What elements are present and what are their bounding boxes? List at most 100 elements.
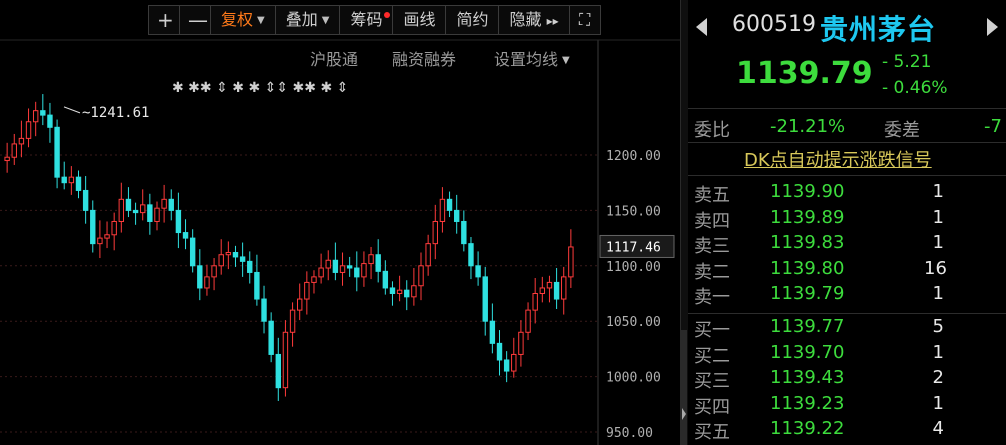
candle-body (368, 254, 374, 265)
scroll-handle[interactable] (681, 330, 687, 445)
ask-vol: 1 (932, 206, 944, 228)
overlay-label: 叠加 (285, 10, 318, 29)
zoom-out-button[interactable]: — (179, 5, 211, 35)
ask-price: 1139.83 (770, 232, 845, 253)
bid-row[interactable]: 买三 1139.43 2 (688, 367, 1006, 393)
y-tick-label: 1200.00 (606, 149, 661, 164)
fuquan-dropdown[interactable]: 复权 ▼ (210, 5, 276, 35)
ask-price: 1139.80 (770, 257, 845, 279)
chevron-down-icon: ▼ (321, 15, 330, 26)
bid-label: 买一 (694, 320, 730, 341)
bid-row[interactable]: 买五 1139.22 4 (688, 418, 1006, 444)
ask-row[interactable]: 卖二 1139.80 16 (688, 258, 1006, 284)
event-markers: ✱ ✱✱ ⇕ ✱ ✱ ⇕⇕ ✱✱ ✱ ⇕ (172, 80, 348, 96)
kline-chart-area[interactable]: 1200.00 1150.00 1100.00 1050.00 1000.00 950.0… (0, 0, 680, 445)
candle-body (311, 276, 317, 283)
candle-body (453, 209, 460, 222)
previous-stock-icon[interactable] (696, 18, 707, 36)
hide-button[interactable]: 隐藏 ▸▸ (498, 5, 570, 35)
ma-settings-label: 设置均线 (494, 50, 559, 69)
chips-button[interactable]: 筹码 (339, 5, 394, 35)
stock-code: 600519 (732, 12, 816, 37)
candle-body (432, 220, 438, 245)
ask-row[interactable]: 卖四 1139.89 1 (688, 207, 1006, 233)
candle-body (104, 234, 110, 239)
bid-price: 1139.23 (770, 392, 845, 414)
candle-body (32, 110, 39, 123)
ask-label: 卖一 (694, 287, 730, 308)
candle-body (332, 259, 339, 273)
candle-body (418, 265, 424, 287)
y-tick-label: 1100.00 (606, 260, 661, 275)
candle-body (325, 259, 331, 269)
candle-body (11, 143, 17, 158)
dk-signal-link[interactable]: DK点自动提示涨跌信号 (744, 146, 932, 172)
ask-row[interactable]: 卖五 1139.90 1 (688, 181, 1006, 207)
ask-row[interactable]: 卖一 1139.79 1 (688, 283, 1006, 309)
candle-body (168, 198, 174, 211)
bid-row[interactable]: 买一 1139.77 5 (688, 316, 1006, 342)
candle-body (375, 254, 381, 272)
bid-vol: 1 (932, 341, 944, 363)
candle-body (90, 209, 96, 245)
ma-settings-dropdown[interactable]: 设置均线 ▼ (494, 46, 570, 70)
bid-vol: 2 (932, 367, 944, 388)
ask-label: 卖四 (694, 210, 730, 232)
weibi-value: -21.21% (770, 116, 846, 137)
candle-body (97, 237, 103, 245)
margin-trading-link[interactable]: 融资融券 (392, 46, 456, 70)
candle-body (175, 209, 182, 234)
candle-body (539, 287, 546, 294)
chevron-down-icon: ▼ (257, 15, 265, 26)
bid-vol: 1 (932, 392, 944, 414)
next-stock-icon[interactable] (987, 18, 998, 36)
candle-body (482, 276, 488, 322)
bid-label: 买四 (694, 396, 730, 418)
bid-label: 买五 (694, 422, 730, 443)
bid-price: 1139.43 (770, 367, 845, 388)
ask-row[interactable]: 卖三 1139.83 1 (688, 232, 1006, 258)
candle-body (111, 220, 117, 236)
candle-body (211, 265, 217, 278)
chevron-down-icon: ▼ (562, 55, 570, 66)
candle-body (75, 176, 82, 191)
weicha-value: -7 (984, 116, 1002, 137)
ask-price: 1139.89 (770, 206, 845, 228)
bid-row[interactable]: 买二 1139.70 1 (688, 342, 1006, 368)
bid-label: 买二 (694, 345, 730, 367)
bid-vol: 5 (932, 316, 944, 337)
price-change: - 5.21 (882, 52, 932, 72)
divider (688, 175, 1006, 176)
y-tick-label: 950.00 (606, 426, 653, 441)
candle-body (40, 110, 46, 116)
candle-body (361, 263, 367, 278)
fullscreen-icon[interactable]: ⛶ (568, 5, 601, 35)
candle-body (446, 198, 453, 211)
simple-mode-button[interactable]: 简约 (445, 5, 500, 35)
candle-body (518, 331, 524, 355)
bid-row[interactable]: 买四 1139.23 1 (688, 393, 1006, 419)
candle-body (275, 353, 281, 389)
candle-body (247, 260, 253, 273)
high-annotation-line (63, 106, 81, 114)
candle-body (568, 246, 574, 278)
bid-label: 买三 (694, 371, 730, 392)
candle-body (182, 232, 189, 239)
last-price: 1139.79 (736, 56, 873, 91)
quote-panel: 600519 贵州茅台 1139.79 - 5.21 - 0.46% 委比 -2… (688, 0, 1006, 445)
draw-line-button[interactable]: 画线 (392, 5, 447, 35)
high-price-label: ~1241.61 (82, 105, 149, 121)
candle-body (439, 198, 446, 222)
candle-body (125, 198, 132, 211)
bid-price: 1139.77 (770, 316, 845, 337)
candle-body (561, 276, 567, 300)
overlay-dropdown[interactable]: 叠加 ▼ (274, 5, 341, 35)
hugutong-link[interactable]: 沪股通 (310, 46, 358, 70)
zoom-in-button[interactable]: + (148, 5, 180, 35)
divider (688, 313, 1006, 314)
candle-body (132, 209, 139, 214)
candle-body (268, 320, 274, 355)
candle-body (239, 256, 246, 262)
chart-toolbar: + — 复权 ▼ 叠加 ▼ 筹码 画线 简约 隐藏 ▸▸ ⛶ (148, 5, 601, 35)
y-tick-label: 1050.00 (606, 315, 661, 330)
